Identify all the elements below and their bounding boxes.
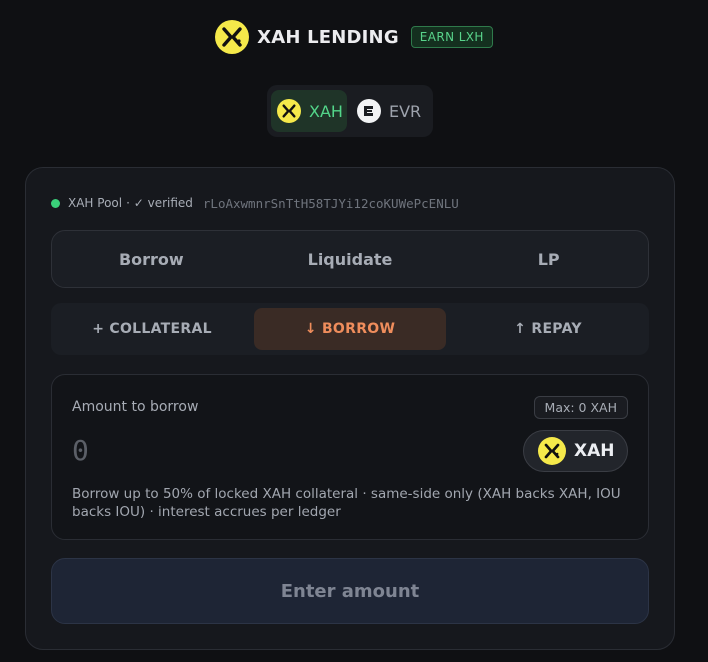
amount-label: Amount to borrow (72, 399, 199, 415)
borrow-hint: Borrow up to 50% of locked XAH collatera… (72, 486, 621, 520)
token-selector[interactable]: XAH (523, 430, 628, 472)
network-switch: XAH EVR (267, 85, 433, 137)
lending-card: XAH Pool · ✓ verified rLoAxwmnrSnTtH58TJ… (25, 167, 675, 650)
main-tabs: Borrow Liquidate LP (51, 230, 649, 288)
action-subtabs: + COLLATERAL ↓ BORROW ↑ REPAY (51, 303, 649, 355)
subtab-borrow[interactable]: ↓ BORROW (254, 308, 446, 350)
enter-amount-button[interactable]: Enter amount (51, 558, 649, 624)
xahau-x-icon (277, 99, 301, 123)
app-title: XAH LENDING (257, 26, 399, 48)
amount-input[interactable] (72, 430, 472, 470)
pool-name: XAH Pool (68, 196, 123, 210)
xahau-x-icon (538, 437, 566, 465)
network-label-evr: EVR (389, 101, 422, 121)
network-option-evr[interactable]: EVR (351, 90, 427, 132)
amount-panel: Amount to borrow Max: 0 XAH XAH Borrow u… (51, 374, 649, 540)
earn-lxh-badge[interactable]: EARN LXH (410, 26, 493, 48)
evernode-icon (357, 99, 381, 123)
status-dot-icon (51, 198, 60, 208)
network-option-xah[interactable]: XAH (271, 90, 347, 132)
tab-liquidate[interactable]: Liquidate (251, 250, 450, 269)
pool-info: XAH Pool · ✓ verified rLoAxwmnrSnTtH58TJ… (51, 194, 459, 212)
pool-verified: · ✓ verified (126, 196, 193, 210)
subtab-repay[interactable]: ↑ REPAY (452, 308, 644, 350)
tab-lp[interactable]: LP (449, 250, 648, 269)
xahau-logo-icon (215, 20, 250, 54)
pool-address[interactable]: rLoAxwmnrSnTtH58TJYi12coKUWePcENLU (203, 196, 459, 211)
subtab-collateral[interactable]: + COLLATERAL (56, 308, 248, 350)
app-header: XAH LENDING EARN LXH (0, 20, 708, 54)
network-label-xah: XAH (309, 101, 343, 121)
max-button[interactable]: Max: 0 XAH (533, 396, 628, 419)
token-label: XAH (574, 441, 615, 461)
tab-borrow[interactable]: Borrow (52, 250, 251, 269)
